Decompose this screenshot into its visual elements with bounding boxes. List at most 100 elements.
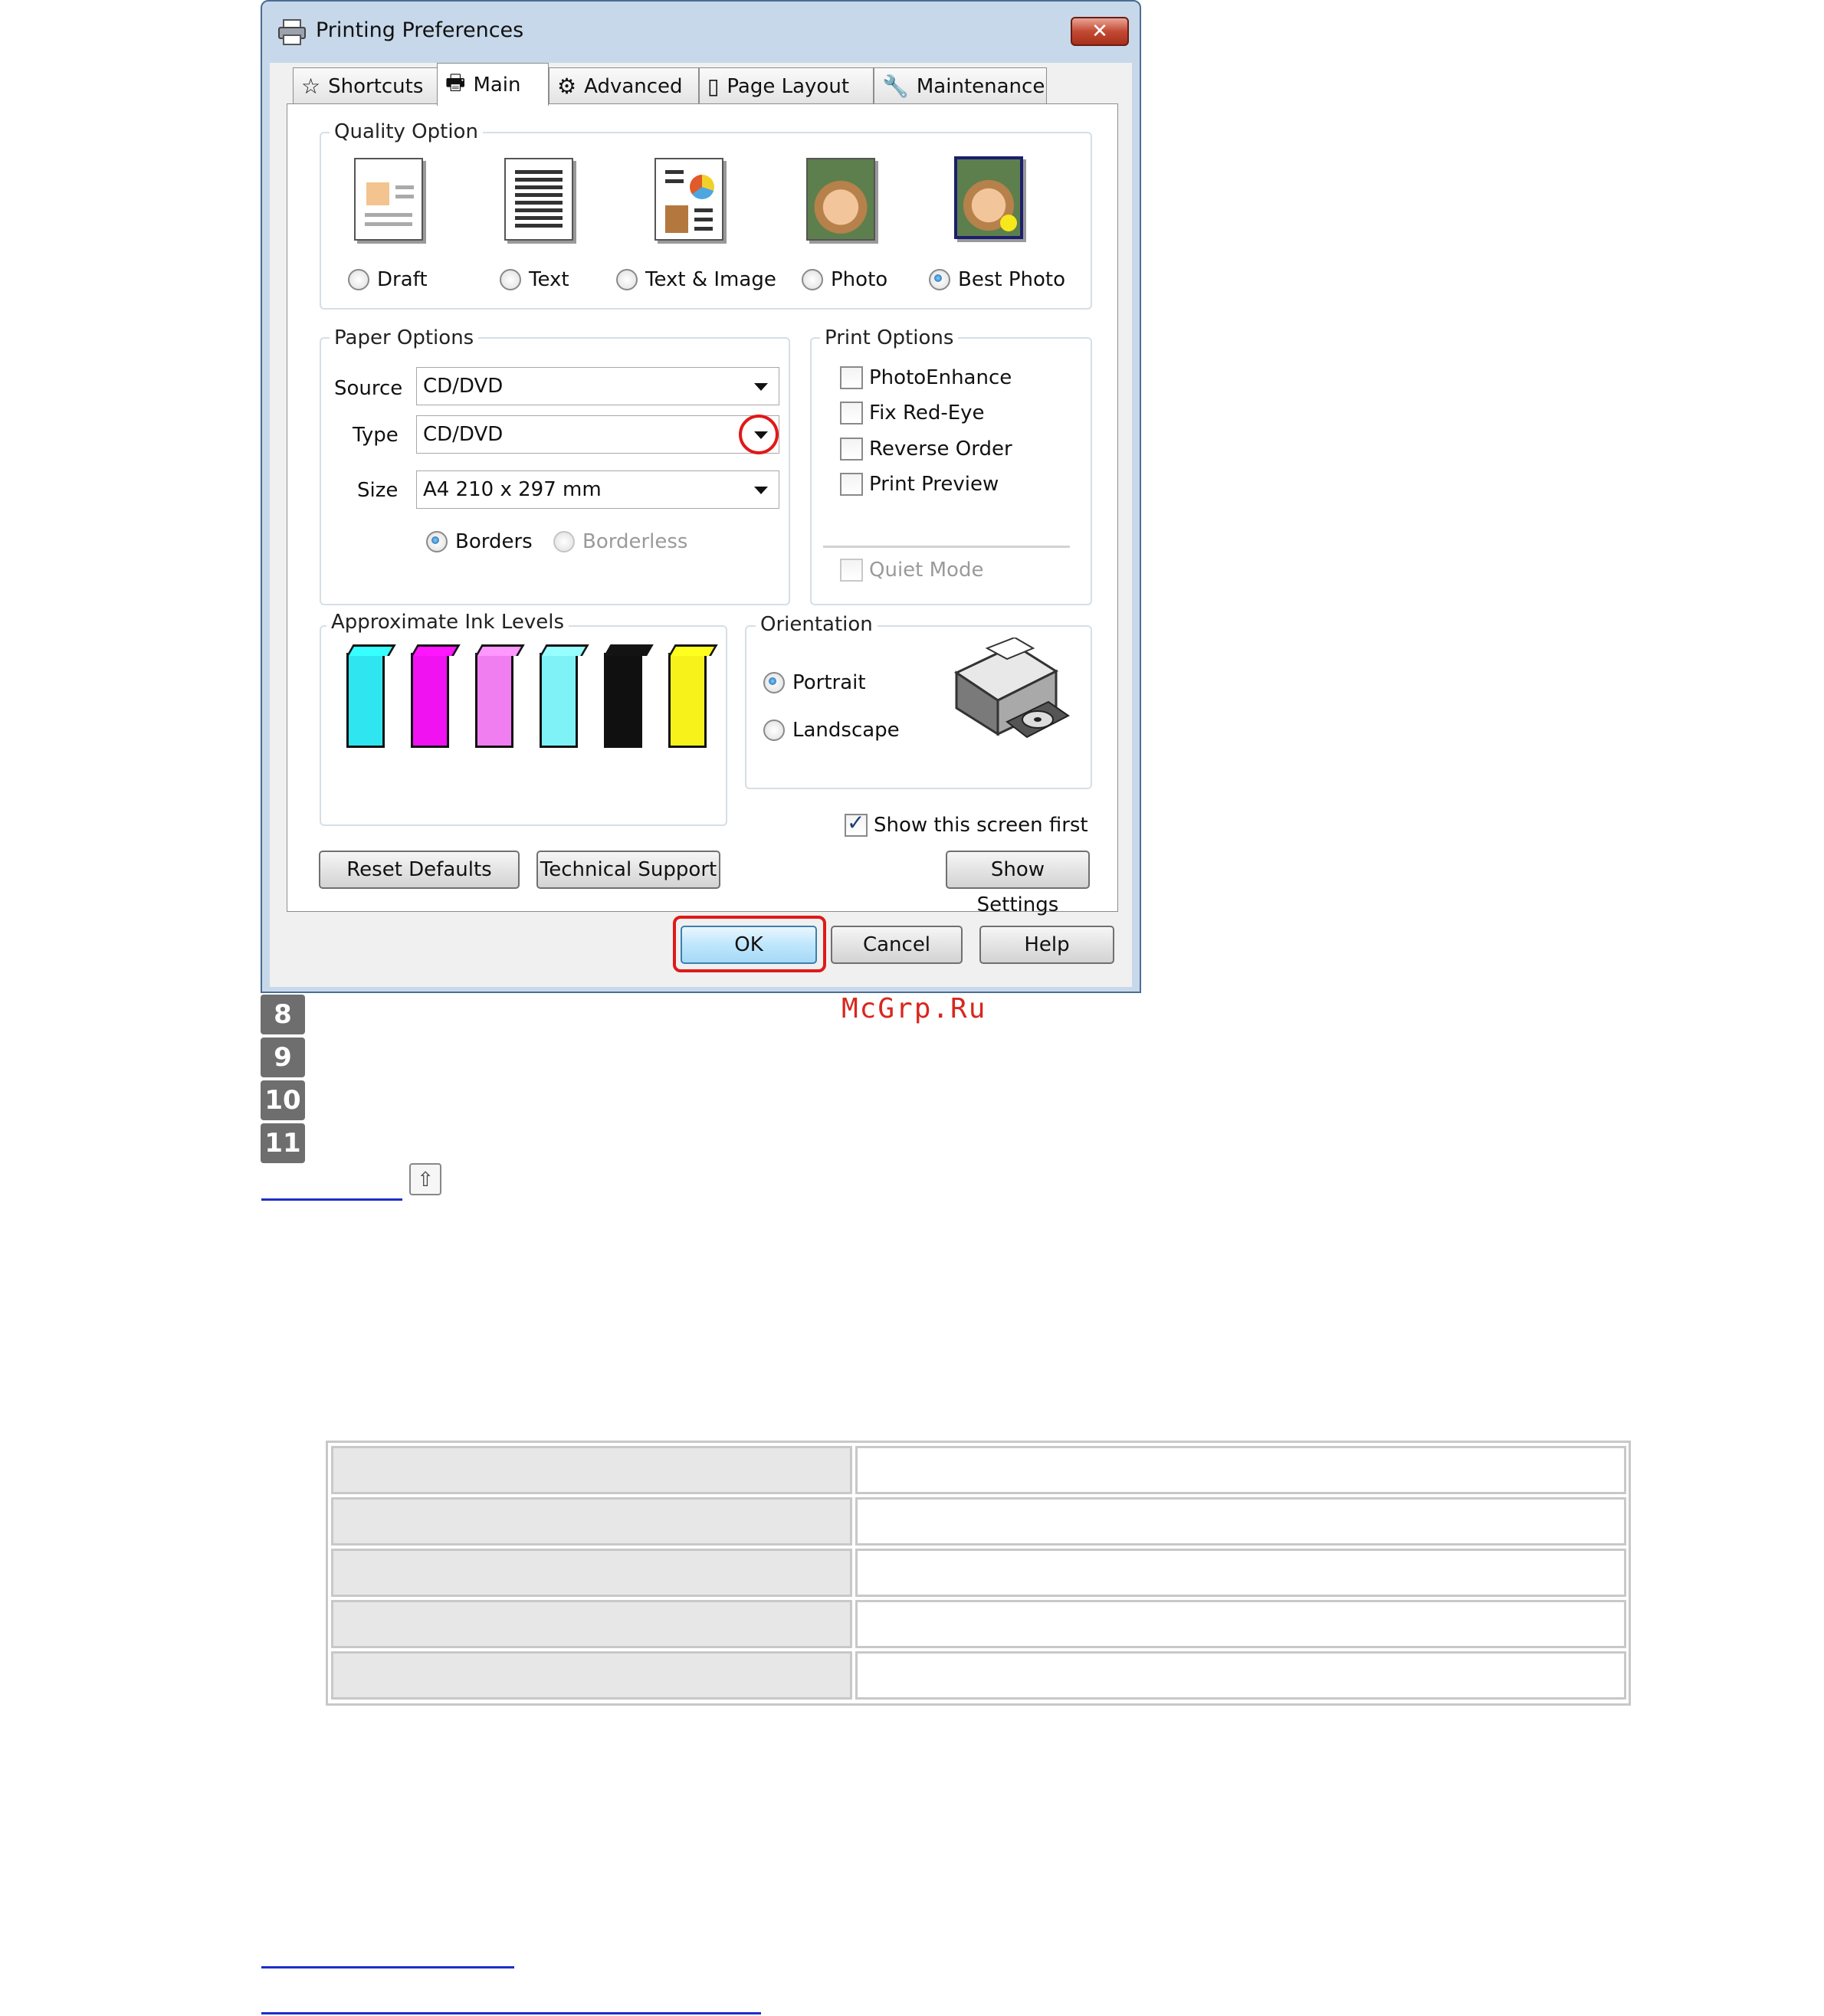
source-label: Source [334, 377, 403, 400]
up-arrow-icon[interactable]: ⇧ [409, 1163, 441, 1195]
quiet-mode-checkbox [840, 559, 863, 582]
print-options-label: Print Options [820, 326, 959, 349]
photo-radio[interactable] [802, 269, 823, 290]
cd-printer-illustration [953, 638, 1070, 739]
portrait-option[interactable]: Portrait [763, 671, 866, 694]
ink-cartridge-light-magenta [475, 653, 513, 748]
reverse-order-checkbox[interactable] [840, 438, 863, 461]
window-title: Printing Preferences [316, 18, 524, 42]
text-image-thumbnail [654, 158, 723, 241]
quality-draft-option[interactable]: Draft [348, 268, 428, 291]
fix-red-eye-option[interactable]: Fix Red-Eye [840, 402, 985, 425]
tab-label: Shortcuts [328, 74, 424, 98]
reverse-order-label: Reverse Order [869, 438, 1012, 461]
draft-thumbnail [354, 158, 423, 241]
table-cell [331, 1446, 852, 1494]
cancel-button[interactable]: Cancel [831, 926, 963, 964]
technical-support-button[interactable]: Technical Support [536, 851, 720, 889]
ink-cartridge-cyan [346, 653, 385, 748]
page-layout-icon: ▯ [707, 74, 720, 99]
chevron-down-icon [754, 383, 768, 391]
best-photo-thumbnail [954, 156, 1023, 239]
show-settings-button[interactable]: Show Settings [946, 851, 1090, 916]
type-dropdown-highlight [739, 415, 779, 454]
show-screen-first-option[interactable]: Show this screen first [845, 810, 1088, 837]
tab-main[interactable]: 🖶 Main [437, 63, 549, 106]
landscape-radio[interactable] [763, 720, 785, 741]
tab-page-layout[interactable]: ▯ Page Layout [699, 67, 874, 104]
ink-cartridge-light-cyan [540, 653, 578, 748]
source-select[interactable]: CD/DVD [416, 367, 779, 405]
photoenhance-label: PhotoEnhance [869, 366, 1012, 389]
orientation-label: Orientation [756, 613, 878, 636]
printer-icon: 🖶 [445, 69, 466, 95]
tab-shortcuts[interactable]: ☆ Shortcuts [293, 67, 438, 104]
borders-radio[interactable] [426, 531, 448, 552]
source-value: CD/DVD [423, 375, 504, 398]
landscape-label: Landscape [792, 719, 900, 742]
step-number: 11 [261, 1123, 305, 1163]
table-cell [331, 1651, 852, 1700]
table-cell [855, 1651, 1626, 1700]
tab-advanced[interactable]: ⚙ Advanced [549, 67, 699, 104]
borders-label: Borders [455, 530, 533, 553]
text-radio[interactable] [500, 269, 521, 290]
best-photo-label: Best Photo [958, 268, 1066, 291]
photoenhance-checkbox[interactable] [840, 366, 863, 389]
quality-photo-option[interactable]: Photo [802, 268, 887, 291]
fix-red-eye-label: Fix Red-Eye [869, 402, 985, 425]
borderless-label: Borderless [582, 530, 688, 553]
draft-radio[interactable] [348, 269, 369, 290]
step-number: 10 [261, 1080, 305, 1120]
close-button[interactable]: ✕ [1071, 17, 1129, 46]
tab-label: Page Layout [727, 74, 850, 98]
print-preview-option[interactable]: Print Preview [840, 473, 999, 496]
photo-thumbnail [806, 158, 875, 241]
text-image-radio[interactable] [616, 269, 638, 290]
tab-label: Advanced [584, 74, 683, 98]
printer-icon [278, 19, 306, 45]
size-select[interactable]: A4 210 x 297 mm [416, 470, 779, 509]
text-thumbnail [504, 158, 573, 241]
link-underline[interactable] [261, 1966, 514, 1968]
table-cell [331, 1600, 852, 1648]
best-photo-radio[interactable] [929, 269, 950, 290]
borderless-radio [553, 531, 575, 552]
type-select[interactable]: CD/DVD [416, 415, 779, 454]
text-image-label: Text & Image [645, 268, 776, 291]
quality-text-image-option[interactable]: Text & Image [616, 268, 776, 291]
reset-defaults-button[interactable]: Reset Defaults [319, 851, 520, 889]
help-button[interactable]: Help [979, 926, 1114, 964]
fix-red-eye-checkbox[interactable] [840, 402, 863, 425]
photo-label: Photo [831, 268, 888, 291]
settings-table [326, 1441, 1631, 1706]
borders-option[interactable]: Borders [426, 530, 533, 553]
link-underline[interactable] [261, 2012, 761, 2014]
paper-options-label: Paper Options [330, 326, 479, 349]
link-underline[interactable] [261, 1198, 402, 1201]
tab-maintenance[interactable]: 🔧 Maintenance [874, 67, 1047, 104]
watermark: McGrp.Ru [841, 993, 987, 1024]
quality-text-option[interactable]: Text [500, 268, 569, 291]
borderless-option: Borderless [553, 530, 687, 553]
show-screen-first-label: Show this screen first [874, 814, 1088, 837]
reverse-order-option[interactable]: Reverse Order [840, 438, 1012, 461]
show-screen-first-checkbox[interactable] [845, 810, 868, 837]
quiet-mode-label: Quiet Mode [869, 559, 984, 582]
title-bar[interactable]: Printing Preferences ✕ [262, 2, 1140, 63]
quality-option-label: Quality Option [330, 120, 483, 143]
size-value: A4 210 x 297 mm [423, 478, 602, 501]
table-cell [855, 1497, 1626, 1546]
size-label: Size [357, 479, 399, 502]
portrait-label: Portrait [792, 671, 866, 694]
ok-button[interactable]: OK [681, 926, 817, 964]
photoenhance-option[interactable]: PhotoEnhance [840, 366, 1012, 389]
landscape-option[interactable]: Landscape [763, 719, 900, 742]
chevron-down-icon [754, 487, 768, 494]
step-number: 8 [261, 995, 305, 1034]
draft-label: Draft [377, 268, 428, 291]
ink-cartridge-black [604, 653, 642, 748]
portrait-radio[interactable] [763, 672, 785, 693]
quality-best-photo-option[interactable]: Best Photo [929, 268, 1065, 291]
print-preview-checkbox[interactable] [840, 473, 863, 496]
